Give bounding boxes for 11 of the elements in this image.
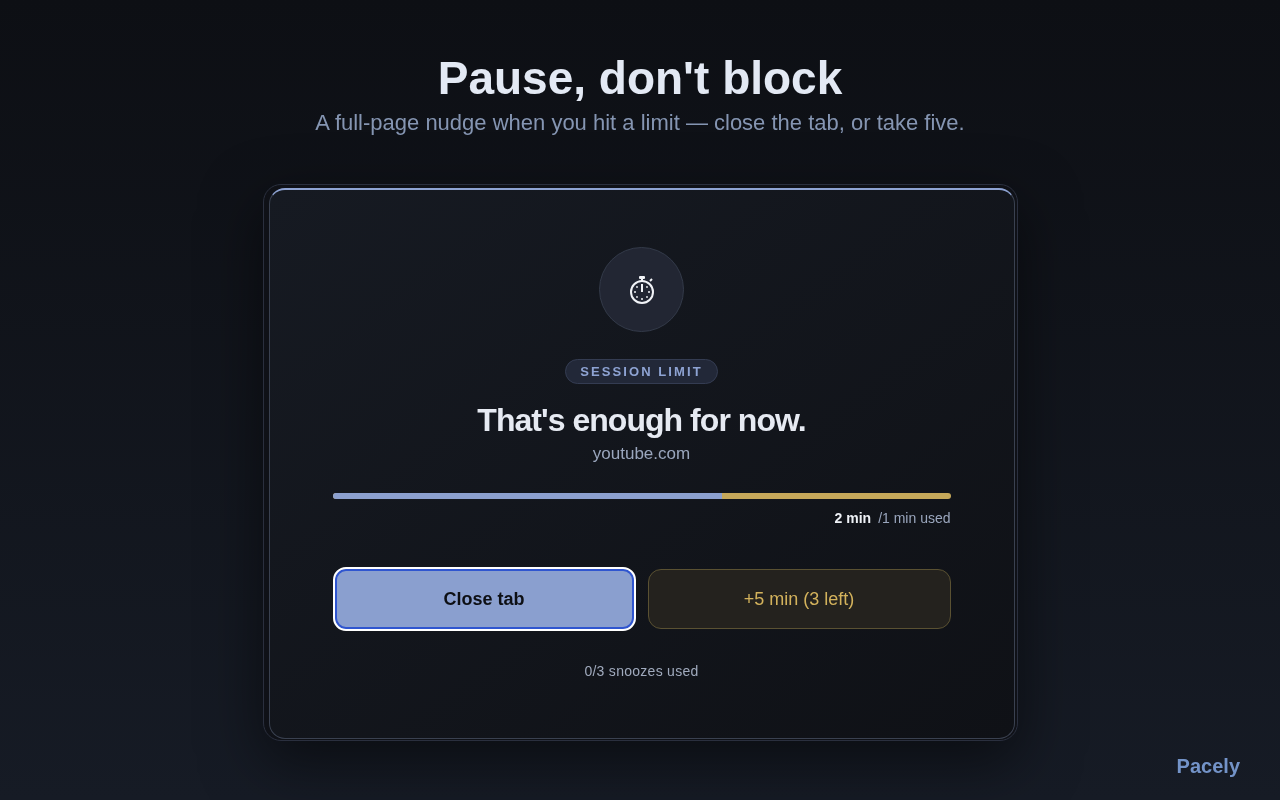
snooze-count: 0/3 snoozes used	[584, 662, 699, 680]
usage-limit: 2 min	[834, 509, 872, 527]
close-tab-button[interactable]: Close tab	[332, 567, 636, 631]
session-limit-badge: SESSION LIMIT	[565, 359, 718, 384]
brand-name: Pacely	[1176, 754, 1240, 778]
page-subtitle: A full-page nudge when you hit a limit — close the tab, or take five.	[315, 109, 965, 137]
usage-used: /1 min used	[878, 509, 951, 527]
page-title: Pause, don't block	[437, 52, 843, 104]
card-title: That's enough for now.	[477, 401, 806, 439]
snooze-button[interactable]: +5 min (3 left)	[647, 569, 951, 629]
site-domain: youtube.com	[592, 443, 691, 465]
